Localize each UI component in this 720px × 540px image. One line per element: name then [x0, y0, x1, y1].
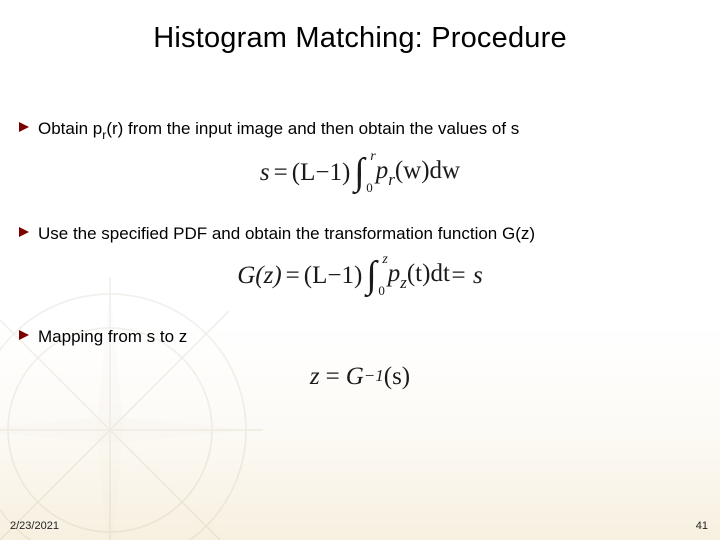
bullet-item: Mapping from s to z	[18, 326, 702, 349]
integral-upper: z	[382, 252, 387, 268]
formula: s = (L−1) ∫ r 0 pr(w)dw	[18, 157, 702, 189]
slide: Histogram Matching: Procedure Obtain pr(…	[0, 0, 720, 540]
formula-psub: r	[388, 170, 395, 189]
formula: G(z) = (L−1) ∫ z 0 pz(t)dt = s	[18, 260, 702, 292]
bullet-list: Obtain pr(r) from the input image and th…	[18, 118, 702, 425]
formula-tail: = s	[450, 262, 483, 290]
formula-eq: =	[286, 262, 300, 290]
integral-upper: r	[370, 149, 375, 165]
footer-date: 2/23/2021	[10, 520, 59, 532]
play-bullet-icon	[18, 121, 30, 133]
bullet-text-post: (r) from the input image and then obtain…	[106, 119, 519, 138]
formula: z = G−1(s)	[18, 363, 702, 391]
formula-lhs: s	[260, 159, 270, 187]
formula-G: G	[346, 363, 364, 391]
integral-icon: ∫ r 0	[354, 157, 364, 189]
formula-sup: −1	[364, 366, 384, 386]
formula-coeff: (L−1)	[292, 159, 351, 187]
bullet-text: Obtain pr(r) from the input image and th…	[38, 118, 519, 143]
bullet-text-sub: r	[102, 128, 106, 142]
formula-arg: (w)dw	[395, 157, 460, 184]
bullet-item: Use the specified PDF and obtain the tra…	[18, 223, 702, 246]
formula-arg: (s)	[384, 363, 410, 391]
formula-p: p	[388, 260, 401, 287]
formula-lhs: z	[310, 363, 320, 391]
formula-psub: z	[400, 273, 407, 292]
formula-lhs: G(z)	[237, 262, 281, 290]
formula-coeff: (L−1)	[304, 262, 363, 290]
integral-lower: 0	[366, 180, 373, 196]
integral-lower: 0	[378, 283, 385, 299]
play-bullet-icon	[18, 226, 30, 238]
integral-icon: ∫ z 0	[366, 260, 376, 292]
footer-page-number: 41	[696, 520, 708, 532]
slide-title: Histogram Matching: Procedure	[0, 22, 720, 55]
bullet-text: Use the specified PDF and obtain the tra…	[38, 223, 535, 246]
bullet-text: Mapping from s to z	[38, 326, 187, 349]
play-bullet-icon	[18, 329, 30, 341]
formula-p: p	[376, 157, 389, 184]
formula-arg: (t)dt	[407, 260, 450, 287]
bullet-item: Obtain pr(r) from the input image and th…	[18, 118, 702, 143]
formula-eq: =	[326, 363, 340, 391]
formula-eq: =	[274, 159, 288, 187]
bullet-text-pre: Obtain p	[38, 119, 102, 138]
